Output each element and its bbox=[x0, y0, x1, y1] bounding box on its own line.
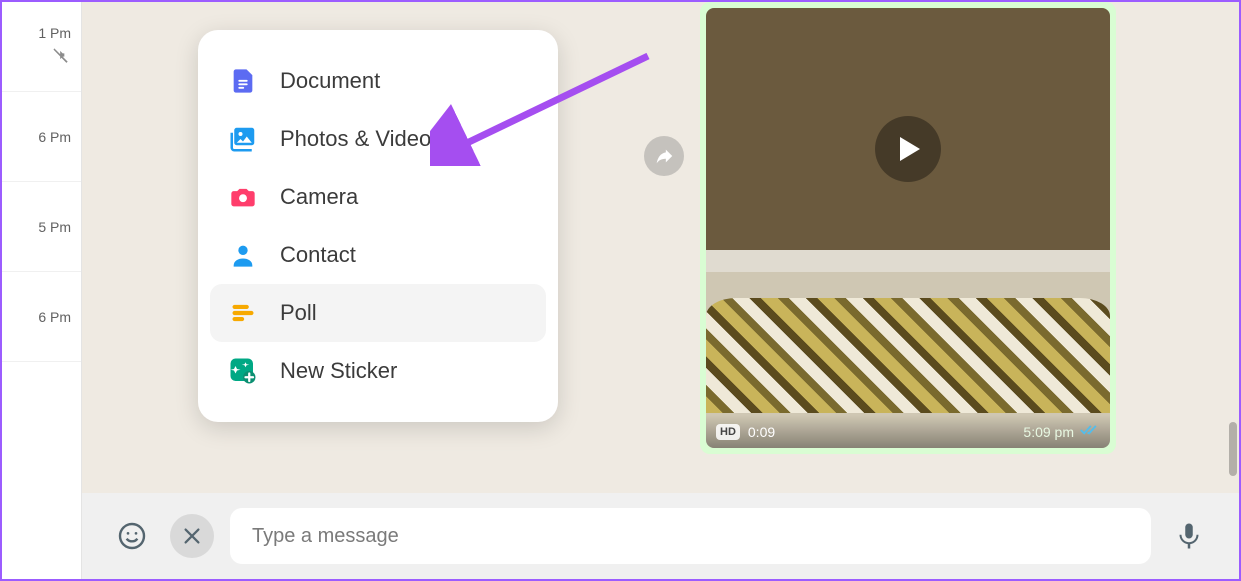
menu-label: Document bbox=[280, 68, 380, 94]
play-icon bbox=[900, 137, 920, 161]
attach-document[interactable]: Document bbox=[210, 52, 546, 110]
play-button[interactable] bbox=[875, 116, 941, 182]
close-attachment-button[interactable] bbox=[170, 514, 214, 558]
hd-badge: HD bbox=[716, 424, 740, 440]
chat-list-item[interactable]: 5 Pm bbox=[2, 182, 81, 272]
contact-icon bbox=[228, 240, 258, 270]
message-composer bbox=[82, 493, 1239, 579]
menu-label: Photos & Videos bbox=[280, 126, 442, 152]
video-footer: HD 0:09 5:09 pm bbox=[706, 415, 1110, 448]
attach-contact[interactable]: Contact bbox=[210, 226, 546, 284]
message-time: 5:09 pm bbox=[1023, 424, 1074, 440]
menu-label: Camera bbox=[280, 184, 358, 210]
menu-label: New Sticker bbox=[280, 358, 397, 384]
video-thumbnail: HD 0:09 5:09 pm bbox=[706, 8, 1110, 448]
video-content-decor bbox=[706, 298, 1110, 412]
mic-button[interactable] bbox=[1167, 514, 1211, 558]
attach-poll[interactable]: Poll bbox=[210, 284, 546, 342]
chat-time: 5 Pm bbox=[38, 219, 71, 235]
menu-label: Poll bbox=[280, 300, 317, 326]
attach-camera[interactable]: Camera bbox=[210, 168, 546, 226]
menu-label: Contact bbox=[280, 242, 356, 268]
double-check-icon bbox=[1080, 423, 1100, 440]
photos-videos-icon bbox=[228, 124, 258, 154]
camera-icon bbox=[228, 182, 258, 212]
poll-icon bbox=[228, 298, 258, 328]
forward-button[interactable] bbox=[644, 136, 684, 176]
attachment-menu: Document Photos & Videos Camera Contact … bbox=[198, 30, 558, 422]
video-message[interactable]: HD 0:09 5:09 pm bbox=[700, 2, 1116, 454]
document-icon bbox=[228, 66, 258, 96]
emoji-button[interactable] bbox=[110, 514, 154, 558]
chat-time: 1 Pm bbox=[38, 25, 71, 41]
chat-list-item[interactable]: 6 Pm bbox=[2, 92, 81, 182]
scrollbar-thumb[interactable] bbox=[1229, 422, 1237, 476]
chat-time: 6 Pm bbox=[38, 309, 71, 325]
attach-new-sticker[interactable]: New Sticker bbox=[210, 342, 546, 400]
chat-list-sidebar: 1 Pm 6 Pm 5 Pm 6 Pm bbox=[2, 2, 82, 579]
muted-icon bbox=[51, 45, 71, 68]
chat-list-item[interactable]: 6 Pm bbox=[2, 272, 81, 362]
chat-time: 6 Pm bbox=[38, 129, 71, 145]
video-duration: 0:09 bbox=[748, 424, 775, 440]
message-input[interactable] bbox=[230, 508, 1151, 564]
attach-photos-videos[interactable]: Photos & Videos bbox=[210, 110, 546, 168]
chat-list-item[interactable]: 1 Pm bbox=[2, 2, 81, 92]
new-sticker-icon bbox=[228, 356, 258, 386]
